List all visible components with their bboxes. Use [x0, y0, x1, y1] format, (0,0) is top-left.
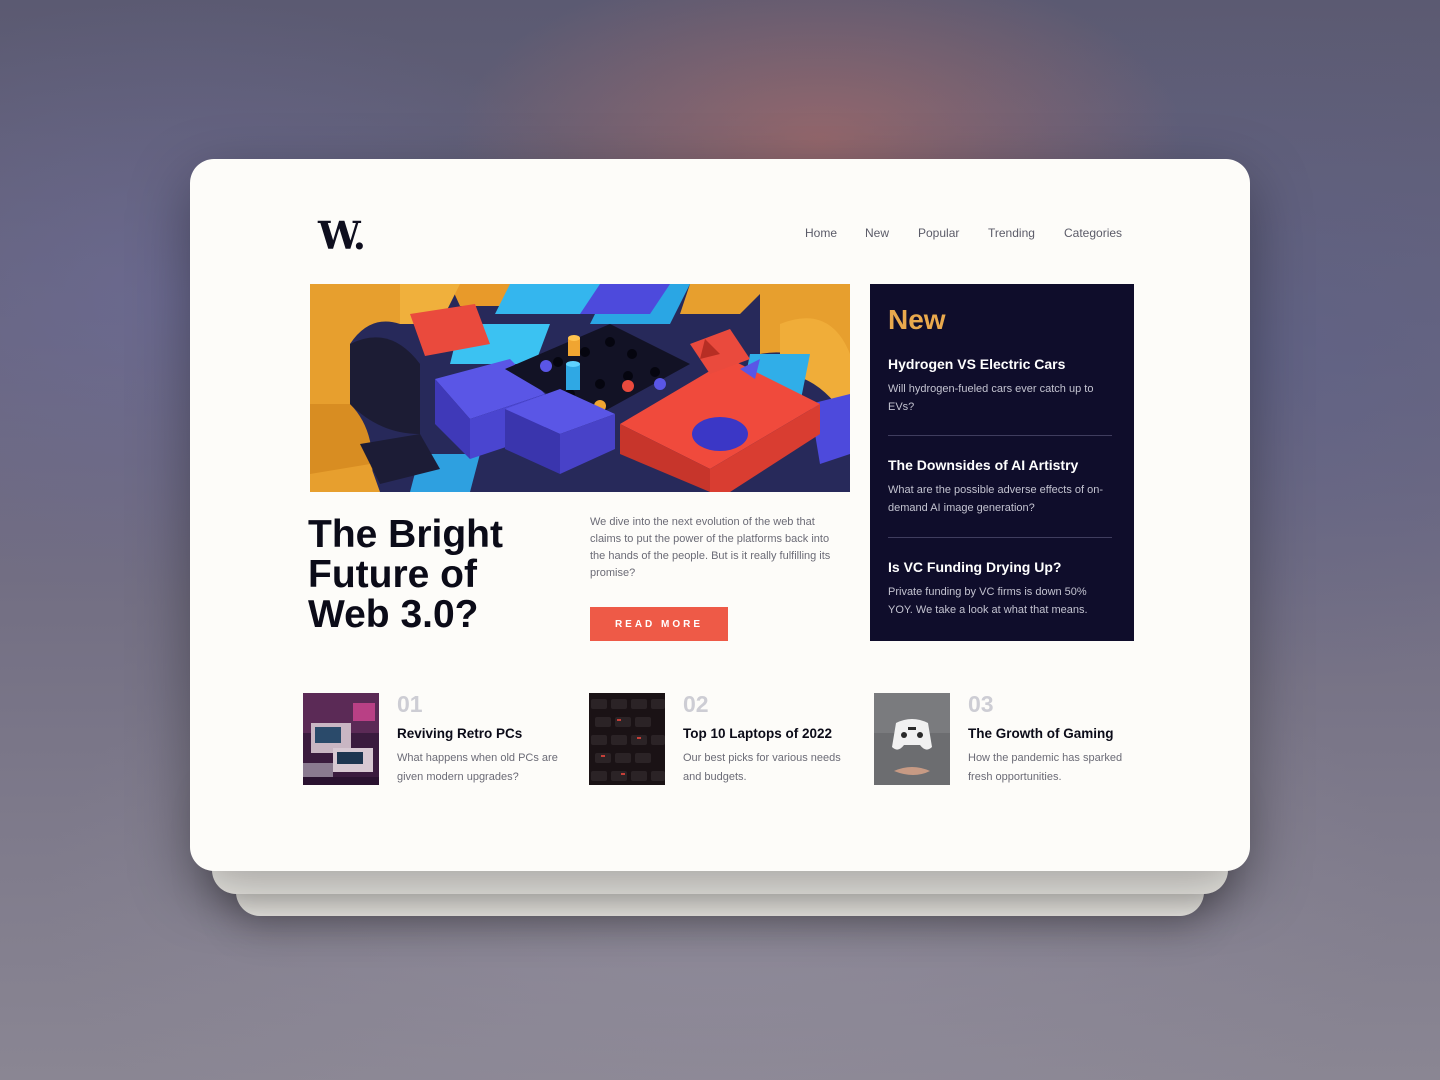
news-item-desc: Will hydrogen-fueled cars ever catch up … — [888, 383, 1094, 413]
article-desc: How the pandemic has sparked fresh oppor… — [968, 752, 1123, 783]
nav-trending[interactable]: Trending — [988, 226, 1035, 240]
laptop-keyboard-image — [589, 693, 665, 785]
hero-title[interactable]: The Bright Future of Web 3.0? — [308, 515, 568, 635]
hero-title-line-3: Web 3.0? — [308, 593, 479, 636]
nav-categories[interactable]: Categories — [1064, 226, 1122, 240]
retro-pc-image — [303, 693, 379, 785]
nav-popular[interactable]: Popular — [918, 226, 959, 240]
article-title[interactable]: Top 10 Laptops of 2022 — [683, 726, 832, 741]
laptop-keyboard-thumbnail[interactable] — [589, 693, 665, 785]
news-item[interactable]: Hydrogen VS Electric Cars Will hydrogen-… — [888, 356, 1110, 416]
nav-new[interactable]: New — [865, 226, 889, 240]
main-nav: Home New Popular Trending Categories — [0, 226, 1440, 246]
news-item[interactable]: The Downsides of AI Artistry What are th… — [888, 457, 1110, 517]
article-number: 02 — [683, 691, 709, 717]
article-title[interactable]: Reviving Retro PCs — [397, 726, 522, 741]
article-desc: What happens when old PCs are given mode… — [397, 752, 558, 783]
hero-title-line-2: Future of — [308, 553, 477, 596]
article-title[interactable]: The Growth of Gaming — [968, 726, 1114, 741]
news-item-desc: What are the possible adverse effects of… — [888, 484, 1104, 514]
nav-home[interactable]: Home — [805, 226, 837, 240]
game-controller-thumbnail[interactable] — [874, 693, 950, 785]
news-item-title[interactable]: The Downsides of AI Artistry — [888, 457, 1110, 473]
retro-pc-thumbnail[interactable] — [303, 693, 379, 785]
article-card-01[interactable]: 01 Reviving Retro PCs What happens when … — [303, 691, 573, 793]
read-more-button[interactable]: READ MORE — [590, 607, 728, 641]
article-card-03[interactable]: 03 The Growth of Gaming How the pandemic… — [874, 691, 1144, 793]
news-item-title[interactable]: Is VC Funding Drying Up? — [888, 559, 1110, 575]
game-controller-image — [874, 693, 950, 785]
article-desc: Our best picks for various needs and bud… — [683, 752, 841, 783]
news-item-desc: Private funding by VC firms is down 50% … — [888, 586, 1088, 616]
news-item-title[interactable]: Hydrogen VS Electric Cars — [888, 356, 1110, 372]
divider — [888, 435, 1112, 436]
article-number: 03 — [968, 691, 994, 717]
article-number: 01 — [397, 691, 423, 717]
article-card-02[interactable]: 02 Top 10 Laptops of 2022 Our best picks… — [589, 691, 859, 793]
news-item[interactable]: Is VC Funding Drying Up? Private funding… — [888, 559, 1110, 619]
divider — [888, 537, 1112, 538]
abstract-blocks-illustration — [310, 284, 850, 492]
hero-title-line-1: The Bright — [308, 513, 503, 556]
new-panel-heading: New — [888, 304, 946, 335]
hero-image[interactable] — [310, 284, 850, 492]
hero-description: We dive into the next evolution of the w… — [590, 516, 831, 579]
new-articles-panel: New Hydrogen VS Electric Cars Will hydro… — [870, 284, 1134, 641]
